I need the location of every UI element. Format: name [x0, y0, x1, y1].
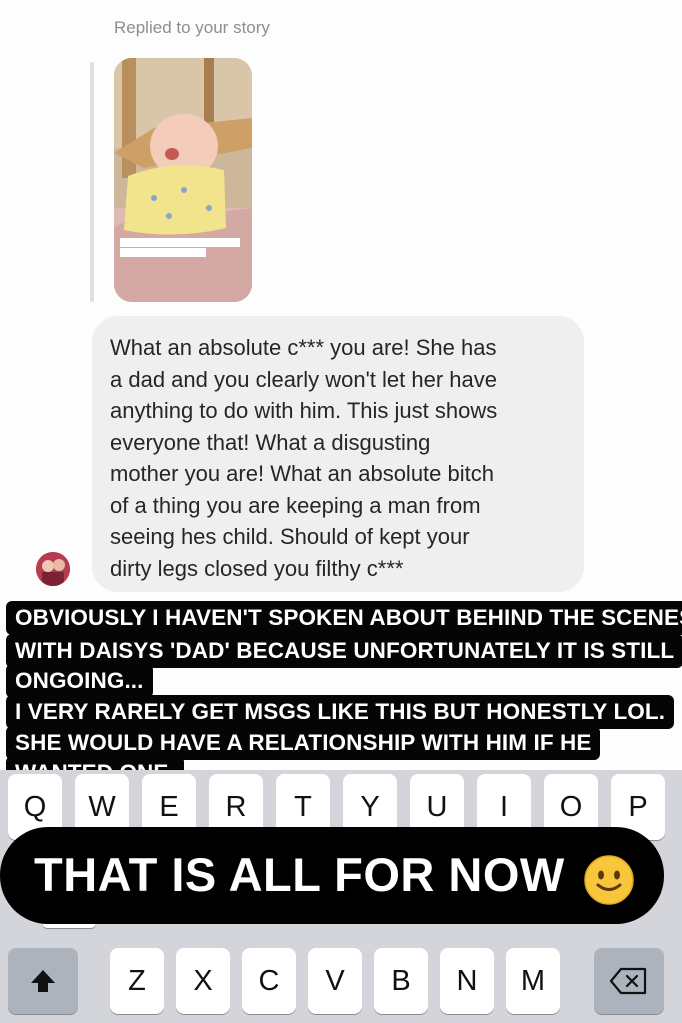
story-text-banner: THAT IS ALL FOR NOW: [0, 827, 664, 924]
message-line: dirty legs closed you filthy c***: [110, 555, 404, 581]
delete-key[interactable]: [594, 948, 664, 1014]
caption-line: OBVIOUSLY I HAVEN'T SPOKEN ABOUT BEHIND …: [6, 601, 682, 635]
message-line: mother you are! What an absolute bitch: [110, 461, 494, 486]
caption-line: I VERY RARELY GET MSGS LIKE THIS BUT HON…: [6, 695, 675, 729]
key-b[interactable]: B: [374, 948, 428, 1014]
message-line: anything to do with him. This just shows: [110, 398, 498, 423]
message-bubble[interactable]: What an absolute c*** you are! She has a…: [92, 316, 584, 592]
key-m[interactable]: M: [506, 948, 560, 1014]
key-c[interactable]: C: [242, 948, 296, 1014]
message-line: everyone that! What a disgusting: [110, 429, 431, 455]
shift-arrow-icon: [31, 970, 55, 992]
key-v[interactable]: V: [308, 948, 362, 1014]
slightly-smiling-face-icon: [584, 855, 634, 905]
key-x[interactable]: X: [176, 948, 230, 1014]
replied-to-story-label: Replied to your story: [114, 18, 270, 37]
banner-text: THAT IS ALL FOR NOW: [34, 848, 565, 901]
key-z[interactable]: Z: [110, 948, 164, 1014]
reply-indicator-bar: [90, 62, 94, 302]
message-line: of a thing you are keeping a man from: [110, 492, 481, 518]
backspace-icon: [609, 967, 647, 995]
sender-avatar[interactable]: [36, 552, 70, 586]
key-n[interactable]: N: [440, 948, 494, 1014]
avatar-image: [36, 552, 70, 586]
caption-line: ONGOING...: [6, 664, 153, 698]
story-thumbnail[interactable]: [114, 58, 252, 302]
caption-line: SHE WOULD HAVE A RELATIONSHIP WITH HIM I…: [6, 726, 601, 760]
caption-line: WITH DAISYS 'DAD' BECAUSE UNFORTUNATELY …: [6, 634, 682, 668]
message-line: What an absolute c*** you are! She has: [110, 335, 497, 360]
message-line: seeing hes child. Should of kept your: [110, 524, 470, 549]
shift-key[interactable]: [8, 948, 78, 1014]
message-line: a dad and you clearly won't let her have: [110, 366, 497, 392]
story-image: [114, 58, 252, 302]
